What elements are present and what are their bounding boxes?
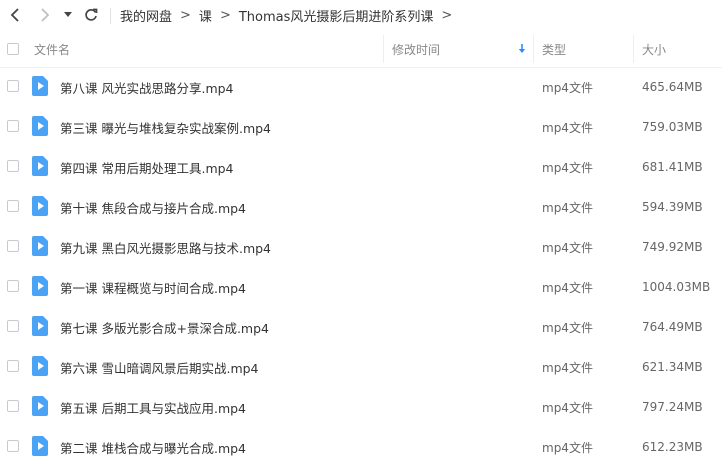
file-size: 1004.03MB bbox=[642, 280, 711, 294]
chevron-left-icon bbox=[10, 8, 19, 22]
breadcrumb-separator: > bbox=[441, 8, 453, 23]
file-type: mp4文件 bbox=[542, 80, 593, 95]
column-header-type[interactable]: 类型 bbox=[542, 31, 566, 67]
file-name[interactable]: 第三课 曝光与堆栈复杂实战案例.mp4 bbox=[60, 107, 271, 147]
row-checkbox[interactable] bbox=[7, 320, 19, 332]
breadcrumb: 我的网盘 > 课 > Thomas风光摄影后期进阶系列课 > bbox=[120, 0, 460, 31]
file-size: 612.23MB bbox=[642, 440, 703, 454]
breadcrumb-separator: > bbox=[180, 8, 191, 23]
file-name[interactable]: 第二课 堆栈合成与曝光合成.mp4 bbox=[60, 427, 246, 467]
back-button[interactable] bbox=[4, 4, 26, 26]
row-checkbox[interactable] bbox=[7, 200, 19, 212]
file-type: mp4文件 bbox=[542, 200, 593, 215]
file-size: 594.39MB bbox=[642, 200, 703, 214]
forward-button[interactable] bbox=[34, 4, 56, 26]
video-file-icon bbox=[32, 76, 48, 96]
file-type: mp4文件 bbox=[542, 440, 593, 455]
file-row[interactable]: 第八课 风光实战思路分享.mp4 mp4文件 465.64MB bbox=[0, 67, 722, 107]
row-checkbox[interactable] bbox=[7, 80, 19, 92]
file-row[interactable]: 第七课 多版光影合成+景深合成.mp4 mp4文件 764.49MB bbox=[0, 307, 722, 347]
nav-divider bbox=[110, 8, 111, 24]
file-size: 749.92MB bbox=[642, 240, 703, 254]
file-name[interactable]: 第七课 多版光影合成+景深合成.mp4 bbox=[60, 307, 269, 347]
select-all-checkbox[interactable] bbox=[7, 31, 19, 67]
file-size: 759.03MB bbox=[642, 120, 703, 134]
video-file-icon bbox=[32, 156, 48, 176]
video-file-icon bbox=[32, 196, 48, 216]
file-row[interactable]: 第九课 黑白风光摄影思路与技术.mp4 mp4文件 749.92MB bbox=[0, 227, 722, 267]
navigation-bar: 我的网盘 > 课 > Thomas风光摄影后期进阶系列课 > bbox=[0, 0, 722, 31]
row-checkbox[interactable] bbox=[7, 280, 19, 292]
file-type: mp4文件 bbox=[542, 160, 593, 175]
video-file-icon bbox=[32, 356, 48, 376]
file-row[interactable]: 第十课 焦段合成与接片合成.mp4 mp4文件 594.39MB bbox=[0, 187, 722, 227]
file-size: 465.64MB bbox=[642, 80, 703, 94]
refresh-button[interactable] bbox=[80, 4, 102, 26]
file-name[interactable]: 第十课 焦段合成与接片合成.mp4 bbox=[60, 187, 246, 227]
video-file-icon bbox=[32, 276, 48, 296]
file-name[interactable]: 第一课 课程概览与时间合成.mp4 bbox=[60, 267, 246, 307]
checkbox-box bbox=[7, 43, 19, 55]
column-header-name[interactable]: 文件名 bbox=[34, 31, 70, 67]
breadcrumb-item-course[interactable]: 课 bbox=[199, 6, 212, 25]
file-name[interactable]: 第八课 风光实战思路分享.mp4 bbox=[60, 67, 234, 107]
breadcrumb-separator: > bbox=[219, 8, 231, 23]
file-row[interactable]: 第四课 常用后期处理工具.mp4 mp4文件 681.41MB bbox=[0, 147, 722, 187]
row-checkbox[interactable] bbox=[7, 400, 19, 412]
caret-down-icon bbox=[64, 12, 72, 17]
file-row[interactable]: 第二课 堆栈合成与曝光合成.mp4 mp4文件 612.23MB bbox=[0, 427, 722, 467]
file-row[interactable]: 第一课 课程概览与时间合成.mp4 mp4文件 1004.03MB bbox=[0, 267, 722, 307]
video-file-icon bbox=[32, 436, 48, 456]
file-name[interactable]: 第四课 常用后期处理工具.mp4 bbox=[60, 147, 234, 187]
column-header-size[interactable]: 大小 bbox=[642, 31, 666, 67]
refresh-icon bbox=[85, 8, 98, 21]
breadcrumb-item-my-drive[interactable]: 我的网盘 bbox=[120, 6, 172, 25]
file-size: 764.49MB bbox=[642, 320, 703, 334]
file-size: 621.34MB bbox=[642, 360, 703, 374]
file-name[interactable]: 第九课 黑白风光摄影思路与技术.mp4 bbox=[60, 227, 271, 267]
sort-down-arrow-icon bbox=[518, 44, 526, 53]
file-row[interactable]: 第六课 雪山暗调风景后期实战.mp4 mp4文件 621.34MB bbox=[0, 347, 722, 387]
video-file-icon bbox=[32, 316, 48, 336]
row-checkbox[interactable] bbox=[7, 160, 19, 172]
video-file-icon bbox=[32, 236, 48, 256]
file-type: mp4文件 bbox=[542, 120, 593, 135]
video-file-icon bbox=[32, 396, 48, 416]
column-header-modified[interactable]: 修改时间 bbox=[392, 31, 440, 67]
chevron-right-icon bbox=[41, 8, 50, 22]
history-dropdown-button[interactable] bbox=[58, 4, 78, 26]
file-type: mp4文件 bbox=[542, 320, 593, 335]
column-divider bbox=[633, 35, 634, 63]
row-checkbox[interactable] bbox=[7, 440, 19, 452]
file-type: mp4文件 bbox=[542, 280, 593, 295]
breadcrumb-item-current-folder[interactable]: Thomas风光摄影后期进阶系列课 bbox=[239, 6, 434, 25]
row-checkbox[interactable] bbox=[7, 240, 19, 252]
video-file-icon bbox=[32, 116, 48, 136]
sort-indicator[interactable] bbox=[518, 31, 526, 67]
file-row[interactable]: 第三课 曝光与堆栈复杂实战案例.mp4 mp4文件 759.03MB bbox=[0, 107, 722, 147]
file-list-header: 文件名 修改时间 类型 大小 bbox=[0, 31, 722, 68]
file-name[interactable]: 第五课 后期工具与实战应用.mp4 bbox=[60, 387, 246, 427]
file-type: mp4文件 bbox=[542, 360, 593, 375]
file-name[interactable]: 第六课 雪山暗调风景后期实战.mp4 bbox=[60, 347, 259, 387]
file-type: mp4文件 bbox=[542, 240, 593, 255]
column-divider bbox=[533, 35, 534, 63]
row-checkbox[interactable] bbox=[7, 360, 19, 372]
file-size: 681.41MB bbox=[642, 160, 703, 174]
row-checkbox[interactable] bbox=[7, 120, 19, 132]
file-size: 797.24MB bbox=[642, 400, 703, 414]
column-divider bbox=[383, 35, 384, 63]
file-row[interactable]: 第五课 后期工具与实战应用.mp4 mp4文件 797.24MB bbox=[0, 387, 722, 427]
file-type: mp4文件 bbox=[542, 400, 593, 415]
